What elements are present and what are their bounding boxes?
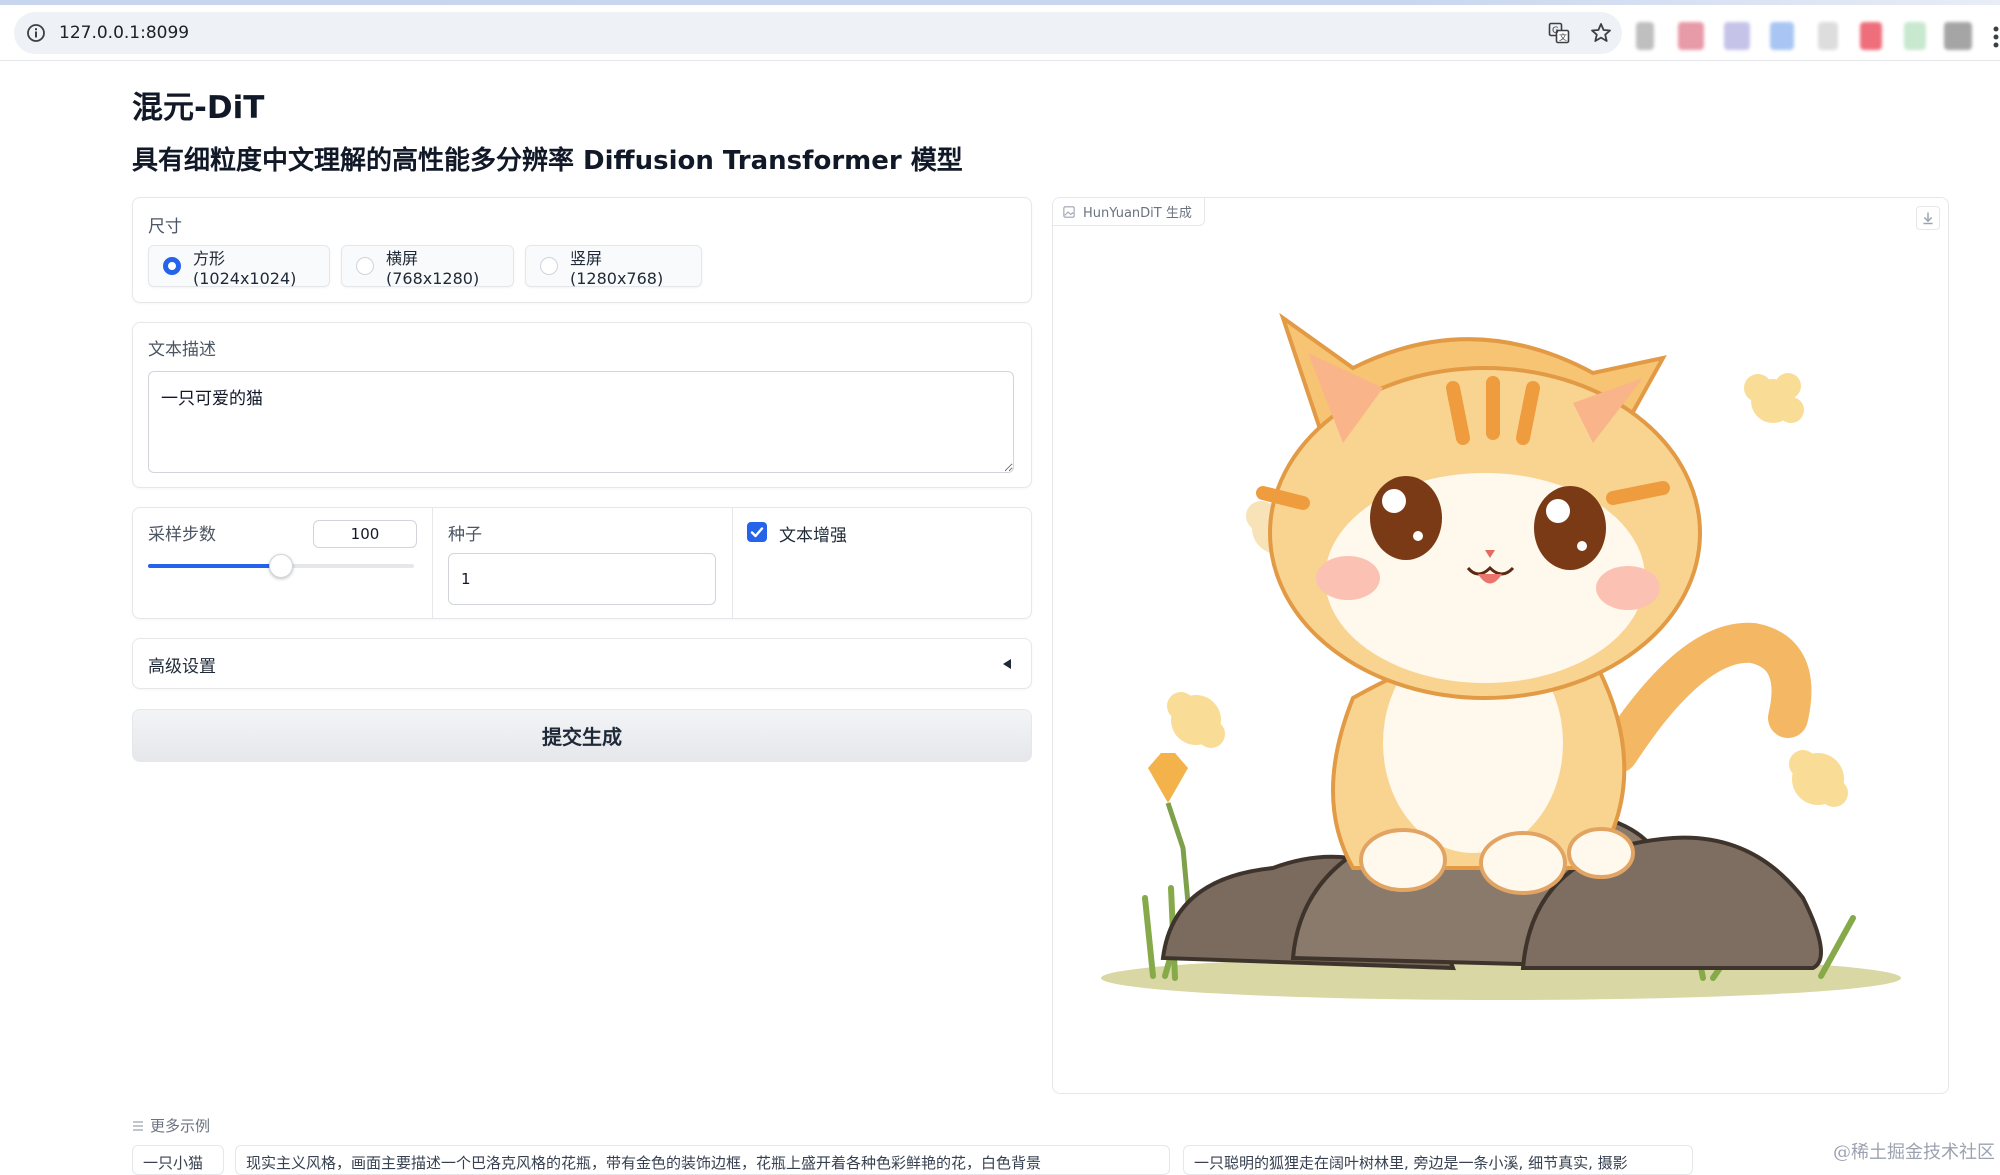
- steps-number-input[interactable]: 100: [313, 520, 417, 548]
- steps-slider-fill: [148, 564, 281, 568]
- advanced-label: 高级设置: [148, 657, 216, 677]
- example-item[interactable]: 一只小猫: [132, 1145, 224, 1175]
- extension-icon[interactable]: [1818, 22, 1838, 50]
- size-option-landscape[interactable]: 横屏(768x1280): [341, 245, 514, 288]
- gradio-app: 混元-DiT 具有细粒度中文理解的高性能多分辨率 Diffusion Trans…: [0, 62, 2000, 1175]
- extension-icon[interactable]: [1904, 22, 1926, 50]
- url-text[interactable]: 127.0.0.1:8099: [59, 23, 189, 43]
- example-item[interactable]: 现实主义风格，画面主要描述一个巴洛克风格的花瓶，带有金色的装饰边框，花瓶上盛开着…: [235, 1145, 1170, 1175]
- prompt-label: 文本描述: [148, 340, 216, 360]
- radio-unselected-icon: [356, 257, 374, 275]
- steps-label: 采样步数: [148, 525, 216, 545]
- examples-label: 更多示例: [150, 1117, 211, 1135]
- radio-unselected-icon: [540, 257, 558, 275]
- advanced-settings-accordion[interactable]: 高级设置: [132, 638, 1032, 689]
- extension-icon[interactable]: [1770, 22, 1794, 50]
- example-item[interactable]: 一只聪明的狐狸走在阔叶树林里, 旁边是一条小溪, 细节真实, 摄影: [1183, 1145, 1693, 1175]
- enhance-checkbox[interactable]: [747, 522, 767, 542]
- extension-icon[interactable]: [1944, 22, 1972, 50]
- size-option-label: 方形(1024x1024): [193, 248, 297, 288]
- size-panel: 尺寸 方形(1024x1024) 横屏(768x1280) 竖屏(1280x76…: [132, 197, 1032, 303]
- extension-icon[interactable]: [1724, 22, 1750, 50]
- prompt-panel: 文本描述: [132, 322, 1032, 488]
- size-label: 尺寸: [148, 217, 182, 237]
- svg-text:文: 文: [1559, 32, 1567, 42]
- page-title: 混元-DiT: [132, 90, 265, 126]
- params-panel: 采样步数 100 种子 1 文本增强: [132, 507, 1032, 619]
- extension-icon[interactable]: [1636, 22, 1654, 50]
- extension-icon[interactable]: [1860, 22, 1882, 50]
- output-image-panel: HunYuanDiT 生成: [1052, 197, 1949, 1094]
- size-option-label: 竖屏(1280x768): [570, 248, 664, 288]
- address-bar[interactable]: 127.0.0.1:8099 G 文: [14, 12, 1622, 54]
- steps-block: 采样步数 100: [133, 508, 433, 618]
- svg-text:G: G: [1552, 26, 1559, 36]
- watermark: @稀土掘金技术社区: [1833, 1142, 1995, 1163]
- examples-header: 更多示例: [132, 1115, 210, 1136]
- translate-icon[interactable]: G 文: [1548, 22, 1570, 44]
- submit-button[interactable]: 提交生成: [132, 709, 1032, 762]
- generated-cat-image: [1101, 312, 1901, 1000]
- seed-label: 种子: [448, 525, 482, 545]
- browser-toolbar: 127.0.0.1:8099 G 文: [0, 5, 2000, 61]
- enhance-label: 文本增强: [779, 526, 847, 546]
- seed-block: 种子 1: [433, 508, 733, 618]
- steps-slider[interactable]: [148, 554, 414, 578]
- seed-input[interactable]: 1: [448, 553, 716, 605]
- prompt-input[interactable]: [148, 371, 1014, 473]
- extension-icon[interactable]: [1678, 22, 1704, 50]
- radio-selected-icon: [163, 257, 181, 275]
- size-option-label: 横屏(768x1280): [386, 248, 480, 288]
- steps-slider-thumb[interactable]: [269, 554, 293, 578]
- size-option-square[interactable]: 方形(1024x1024): [148, 245, 330, 288]
- list-icon: [133, 1120, 143, 1131]
- caret-left-icon: [1003, 659, 1011, 669]
- star-icon[interactable]: [1589, 21, 1613, 45]
- menu-icon[interactable]: [1990, 25, 2000, 49]
- info-icon[interactable]: [26, 23, 46, 43]
- enhance-block: 文本增强: [733, 508, 1031, 618]
- check-icon: [750, 527, 764, 538]
- size-option-portrait[interactable]: 竖屏(1280x768): [525, 245, 702, 288]
- page-subtitle: 具有细粒度中文理解的高性能多分辨率 Diffusion Transformer …: [132, 146, 963, 176]
